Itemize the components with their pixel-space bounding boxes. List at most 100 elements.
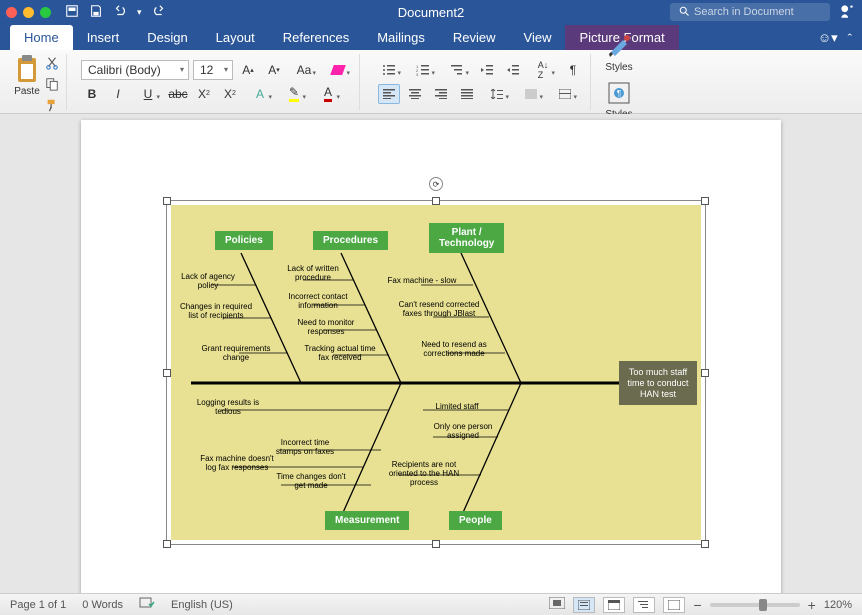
maximize-window[interactable] bbox=[40, 7, 51, 18]
subscript-button[interactable]: X2 bbox=[193, 84, 215, 104]
tab-design[interactable]: Design bbox=[133, 25, 201, 50]
underline-button[interactable]: U bbox=[133, 84, 163, 104]
tab-references[interactable]: References bbox=[269, 25, 363, 50]
search-input[interactable] bbox=[694, 6, 822, 18]
cause: Limited staff bbox=[427, 403, 487, 412]
close-window[interactable] bbox=[6, 7, 17, 18]
numbering-button[interactable]: 123 bbox=[408, 60, 438, 80]
styles-group: Styles ¶ Styles Pane bbox=[599, 54, 639, 110]
window-controls bbox=[6, 7, 51, 18]
minimize-window[interactable] bbox=[23, 7, 34, 18]
web-layout-view[interactable] bbox=[603, 597, 625, 613]
resize-handle-se[interactable] bbox=[701, 540, 709, 548]
cause: Incorrect contact information bbox=[281, 293, 355, 311]
autosave-icon[interactable] bbox=[65, 4, 79, 21]
tab-layout[interactable]: Layout bbox=[202, 25, 269, 50]
multilevel-button[interactable] bbox=[442, 60, 472, 80]
bold-button[interactable]: B bbox=[81, 84, 103, 104]
font-color-button[interactable]: A bbox=[313, 84, 343, 104]
language-indicator[interactable]: English (US) bbox=[171, 599, 233, 611]
resize-handle-s[interactable] bbox=[432, 540, 440, 548]
svg-text:¶: ¶ bbox=[617, 89, 621, 98]
outline-view[interactable] bbox=[633, 597, 655, 613]
copy-icon[interactable] bbox=[44, 77, 60, 94]
italic-button[interactable]: I bbox=[107, 84, 129, 104]
justify-button[interactable] bbox=[456, 84, 478, 104]
tab-mailings[interactable]: Mailings bbox=[363, 25, 439, 50]
align-center-button[interactable] bbox=[404, 84, 426, 104]
category-policies: Policies bbox=[215, 231, 273, 250]
text-effects-button[interactable]: A bbox=[245, 84, 275, 104]
cause: Need to monitor responses bbox=[289, 319, 363, 337]
styles-button[interactable]: Styles bbox=[605, 32, 633, 73]
highlight-button[interactable]: ✎ bbox=[279, 84, 309, 104]
cut-icon[interactable] bbox=[44, 56, 60, 73]
align-right-button[interactable] bbox=[430, 84, 452, 104]
save-icon[interactable] bbox=[89, 4, 103, 21]
strikethrough-button[interactable]: abc bbox=[167, 84, 189, 104]
bullets-button[interactable] bbox=[374, 60, 404, 80]
category-measurement: Measurement bbox=[325, 511, 409, 530]
tab-home[interactable]: Home bbox=[10, 25, 73, 50]
shrink-font-button[interactable]: A▾ bbox=[263, 60, 285, 80]
zoom-slider[interactable] bbox=[710, 603, 800, 607]
cause: Fax machine - slow bbox=[381, 277, 463, 286]
zoom-level[interactable]: 120% bbox=[824, 599, 852, 611]
share-icon[interactable] bbox=[838, 2, 856, 23]
cause: Grant requirements change bbox=[193, 345, 279, 363]
spellcheck-icon[interactable] bbox=[139, 596, 155, 613]
cause: Incorrect time stamps on faxes bbox=[267, 439, 343, 457]
change-case-button[interactable]: Aa bbox=[289, 60, 319, 80]
search-box[interactable] bbox=[670, 3, 830, 21]
clear-formatting-button[interactable] bbox=[323, 60, 353, 80]
cause: Only one person assigned bbox=[433, 423, 493, 441]
feedback-icon[interactable]: ☺︎▾ bbox=[818, 30, 838, 46]
line-spacing-button[interactable] bbox=[482, 84, 512, 104]
cause: Lack of agency policy bbox=[171, 273, 245, 291]
sort-button[interactable]: A↓Z bbox=[528, 60, 558, 80]
resize-handle-nw[interactable] bbox=[163, 197, 171, 205]
redo-icon[interactable] bbox=[152, 4, 166, 21]
svg-text:3: 3 bbox=[416, 72, 419, 76]
word-count[interactable]: 0 Words bbox=[82, 599, 123, 611]
zoom-out-button[interactable]: − bbox=[693, 597, 701, 613]
decrease-indent-button[interactable] bbox=[476, 60, 498, 80]
font-size-select[interactable]: 12 bbox=[193, 60, 233, 80]
tab-view[interactable]: View bbox=[510, 25, 566, 50]
format-painter-icon[interactable] bbox=[44, 98, 60, 115]
undo-dropdown[interactable]: ▾ bbox=[137, 7, 142, 18]
zoom-in-button[interactable]: + bbox=[808, 597, 816, 613]
resize-handle-n[interactable] bbox=[432, 197, 440, 205]
cause: Time changes don't get made bbox=[271, 473, 351, 491]
print-layout-view[interactable] bbox=[573, 597, 595, 613]
borders-button[interactable] bbox=[550, 84, 580, 104]
quick-access-toolbar: ▾ bbox=[65, 4, 166, 21]
resize-handle-sw[interactable] bbox=[163, 540, 171, 548]
tab-review[interactable]: Review bbox=[439, 25, 510, 50]
page-indicator[interactable]: Page 1 of 1 bbox=[10, 599, 66, 611]
cause: Recipients are not oriented to the HAN p… bbox=[381, 461, 467, 487]
shading-button[interactable] bbox=[516, 84, 546, 104]
resize-handle-e[interactable] bbox=[701, 369, 709, 377]
paragraph-group: 123 A↓Z ¶ bbox=[368, 54, 591, 110]
paste-button[interactable]: Paste bbox=[14, 54, 40, 97]
show-marks-button[interactable]: ¶ bbox=[562, 60, 584, 80]
undo-icon[interactable] bbox=[113, 4, 127, 21]
tab-insert[interactable]: Insert bbox=[73, 25, 134, 50]
focus-mode-icon[interactable] bbox=[549, 597, 565, 612]
ribbon: Paste Calibri (Body) 12 A▴ A▾ Aa B I U a… bbox=[0, 50, 862, 114]
grow-font-button[interactable]: A▴ bbox=[237, 60, 259, 80]
document-canvas[interactable]: ⟳ bbox=[0, 114, 862, 593]
collapse-ribbon-icon[interactable]: ˆ bbox=[848, 31, 852, 46]
cause: Need to resend as corrections made bbox=[411, 341, 497, 359]
resize-handle-w[interactable] bbox=[163, 369, 171, 377]
resize-handle-ne[interactable] bbox=[701, 197, 709, 205]
cause: Lack of written procedure bbox=[279, 265, 347, 283]
superscript-button[interactable]: X2 bbox=[219, 84, 241, 104]
font-name-select[interactable]: Calibri (Body) bbox=[81, 60, 189, 80]
draft-view[interactable] bbox=[663, 597, 685, 613]
cause: Changes in required list of recipients bbox=[175, 303, 257, 321]
rotate-handle[interactable]: ⟳ bbox=[429, 177, 443, 191]
increase-indent-button[interactable] bbox=[502, 60, 524, 80]
align-left-button[interactable] bbox=[378, 84, 400, 104]
